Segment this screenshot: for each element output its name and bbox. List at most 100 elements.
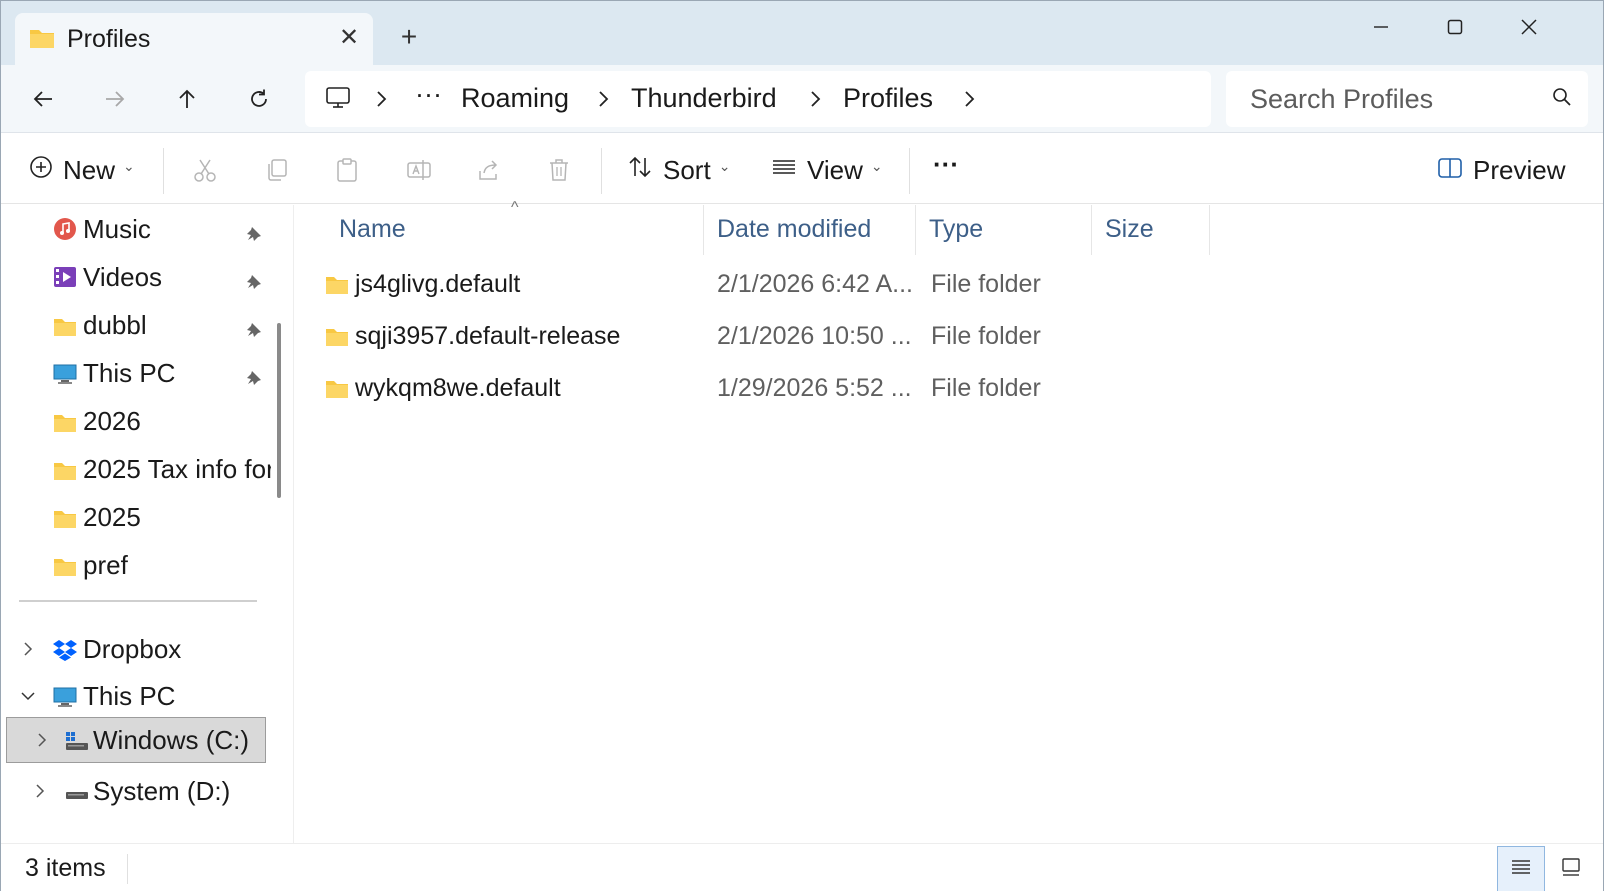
search-input[interactable]: Search Profiles: [1226, 71, 1588, 127]
file-list: ^ Name Date modified Type Size js4glivg.…: [295, 199, 1603, 843]
nav-item-2025-tax[interactable]: 2025 Tax info for: [1, 447, 271, 491]
back-icon[interactable]: [21, 77, 65, 121]
breadcrumb-roaming[interactable]: Roaming: [461, 83, 569, 114]
drive-d-icon: [65, 779, 89, 810]
chevron-right-icon[interactable]: [33, 730, 51, 750]
sort-button[interactable]: Sort ⌄: [627, 146, 730, 194]
nav-item-2025[interactable]: 2025: [1, 495, 263, 539]
new-label: New: [63, 154, 116, 185]
new-tab-button[interactable]: +: [393, 21, 425, 53]
search-placeholder: Search Profiles: [1250, 84, 1434, 114]
nav-item-system-d[interactable]: System (D:): [1, 769, 263, 813]
file-row[interactable]: js4glivg.default 2/1/2026 6:42 A... File…: [295, 261, 1195, 309]
pin-icon[interactable]: [245, 219, 263, 250]
folder-icon: [325, 325, 349, 354]
nav-item-label: dubbl: [83, 310, 147, 340]
toolbar-divider: [163, 148, 164, 194]
close-window-icon[interactable]: [1501, 7, 1557, 47]
forward-icon[interactable]: [93, 77, 137, 121]
chevron-down-icon[interactable]: [19, 686, 37, 706]
file-row[interactable]: sqji3957.default-release 2/1/2026 10:50 …: [295, 313, 1195, 361]
folder-icon: [325, 377, 349, 406]
file-name: js4glivg.default: [355, 270, 521, 298]
pc-icon: [53, 361, 77, 392]
nav-item-this-pc-pinned[interactable]: This PC: [1, 351, 263, 395]
nav-item-label: System (D:): [93, 776, 231, 806]
rename-icon[interactable]: [401, 152, 437, 188]
breadcrumb-overflow[interactable]: ···: [415, 79, 442, 110]
pin-icon[interactable]: [245, 363, 263, 394]
paste-icon[interactable]: [329, 152, 365, 188]
close-tab-icon[interactable]: ✕: [333, 21, 365, 53]
status-bar: 3 items: [1, 843, 1603, 891]
breadcrumb-chevron-icon[interactable]: [593, 85, 613, 113]
breadcrumb-profiles[interactable]: Profiles: [843, 83, 933, 114]
folder-icon: [53, 409, 77, 440]
dropbox-icon: [53, 637, 77, 668]
file-name: sqji3957.default-release: [355, 322, 621, 350]
breadcrumb-chevron-icon[interactable]: [371, 85, 391, 113]
file-date: 2/1/2026 10:50 ...: [717, 322, 912, 350]
nav-item-videos[interactable]: Videos: [1, 255, 263, 299]
nav-item-label: Windows (C:): [93, 725, 250, 755]
column-header-name[interactable]: Name: [325, 205, 691, 255]
up-icon[interactable]: [165, 77, 209, 121]
delete-icon[interactable]: [541, 152, 577, 188]
nav-item-2026[interactable]: 2026: [1, 399, 263, 443]
nav-item-dubbl[interactable]: dubbl: [1, 303, 263, 347]
tiles-view-button[interactable]: [1547, 846, 1595, 891]
column-header-date[interactable]: Date modified: [703, 205, 915, 255]
file-type: File folder: [931, 270, 1041, 298]
column-header-type[interactable]: Type: [915, 205, 1091, 255]
navigation-pane: Music Videos dubbl This PC 2026 2025 Tax…: [1, 205, 271, 843]
nav-item-label: This PC: [83, 681, 176, 711]
chevron-right-icon[interactable]: [31, 781, 49, 801]
column-header-size[interactable]: Size: [1091, 205, 1209, 255]
tab-title: Profiles: [67, 25, 151, 53]
minimize-icon[interactable]: [1353, 7, 1409, 47]
view-label: View: [807, 154, 863, 185]
file-type: File folder: [931, 322, 1041, 350]
nav-divider: [19, 600, 257, 602]
maximize-icon[interactable]: [1427, 7, 1483, 47]
copy-icon[interactable]: [259, 152, 295, 188]
refresh-icon[interactable]: [237, 77, 281, 121]
item-count: 3 items: [25, 854, 106, 882]
address-bar[interactable]: ··· Roaming Thunderbird Profiles: [305, 71, 1211, 127]
preview-button[interactable]: Preview: [1437, 146, 1565, 194]
pane-divider[interactable]: [293, 205, 294, 843]
pin-icon[interactable]: [245, 267, 263, 298]
pc-icon: [53, 684, 77, 715]
nav-item-dropbox[interactable]: Dropbox: [1, 627, 263, 671]
pin-icon[interactable]: [245, 315, 263, 346]
view-button[interactable]: View ⌄: [771, 146, 883, 194]
file-date: 2/1/2026 6:42 A...: [717, 270, 913, 298]
nav-scrollbar[interactable]: [277, 323, 281, 498]
nav-item-label: 2025: [83, 502, 141, 532]
pc-icon[interactable]: [325, 86, 351, 115]
cut-icon[interactable]: [187, 152, 223, 188]
nav-item-windows-c[interactable]: Windows (C:): [6, 717, 266, 763]
breadcrumb-chevron-icon[interactable]: [959, 85, 979, 113]
new-button[interactable]: New ⌄: [29, 146, 135, 194]
share-icon[interactable]: [471, 152, 507, 188]
tab-profiles[interactable]: Profiles ✕: [15, 13, 373, 65]
file-row[interactable]: wykqm8we.default 1/29/2026 5:52 ... File…: [295, 365, 1195, 413]
search-icon[interactable]: [1552, 87, 1572, 112]
nav-item-label: 2026: [83, 406, 141, 436]
folder-icon: [53, 313, 77, 344]
more-options-button[interactable]: ···: [933, 140, 959, 188]
file-type: File folder: [931, 374, 1041, 402]
column-divider[interactable]: [1209, 205, 1210, 255]
nav-item-label: This PC: [83, 358, 176, 388]
breadcrumb-chevron-icon[interactable]: [805, 85, 825, 113]
breadcrumb-thunderbird[interactable]: Thunderbird: [631, 83, 777, 114]
sort-label: Sort: [663, 154, 711, 185]
nav-item-music[interactable]: Music: [1, 207, 263, 251]
nav-item-pref[interactable]: pref: [1, 543, 263, 587]
nav-item-this-pc[interactable]: This PC: [1, 674, 263, 718]
title-bar: Profiles ✕ +: [1, 1, 1603, 65]
chevron-right-icon[interactable]: [19, 639, 37, 659]
chevron-down-icon: ⌄: [718, 157, 731, 174]
details-view-button[interactable]: [1497, 846, 1545, 891]
